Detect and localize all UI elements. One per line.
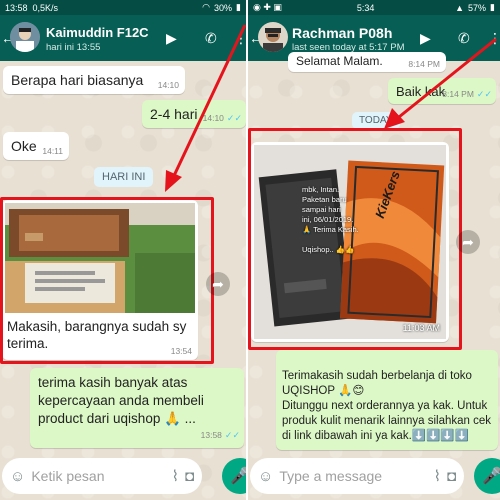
battery-icon: ▮ [490,2,495,12]
video-call-icon[interactable]: ▶ [166,31,177,45]
message-input[interactable]: ☺ Type a message ⌇ ◘ [250,458,464,494]
attach-icon[interactable]: ⌇ [172,467,179,485]
emoji-icon[interactable]: ☺ [258,468,273,485]
message-input-placeholder: Ketik pesan [31,468,105,484]
message-text: Oke [11,138,37,154]
camera-icon[interactable]: ◘ [185,468,194,485]
message-text: 2-4 hari [150,106,198,122]
battery-level: 30% [214,2,233,13]
message-bubble-outgoing[interactable]: 2-4 hari 14:10 ✓✓ [142,100,246,128]
read-ticks-icon: ✓✓ [476,89,492,99]
message-text: terima kasih banyak atas kepercayaan and… [38,375,204,426]
message-bubble[interactable]: Berapa hari biasanya 14:10 [3,66,185,94]
message-time: 13:58 [200,430,222,440]
menu-icon[interactable]: ⋮ [234,31,246,45]
message-input-placeholder: Type a message [279,468,383,484]
battery-level: 57% [468,2,487,13]
read-ticks-icon: ✓✓ [224,430,240,440]
contact-name[interactable]: Rachman P08h [292,25,392,41]
chat-header: ← Kaimuddin F12C hari ini 13:55 ▶ ✆ ⋮ [0,15,246,61]
notification-icons: ◉ ✚ ▣ [253,2,282,12]
message-bubble[interactable]: Oke 14:11 [3,132,69,160]
forward-icon[interactable]: ➦ [456,230,480,254]
camera-icon[interactable]: ◘ [447,468,456,485]
highlight-box [248,128,462,350]
message-text: Baik kak [396,84,446,99]
message-bubble-outgoing[interactable]: Terimakasih sudah berbelanja di toko UQI… [276,350,498,450]
message-text: Terimakasih sudah berbelanja di toko UQI… [282,370,492,442]
message-time: 14:10 [157,80,179,90]
menu-icon[interactable]: ⋮ [488,31,500,45]
chat-panel-right: ◉ ✚ ▣ 5:34 ▲ 57% ▮ ← Rachman P08h last s… [248,0,500,500]
forward-icon[interactable]: ➦ [206,272,230,296]
battery-icon: ▮ [236,2,241,12]
message-input[interactable]: ☺ Ketik pesan ⌇ ◘ [2,458,202,494]
message-time: 14:11 [42,146,63,156]
phone-call-icon[interactable]: ✆ [458,31,470,45]
message-time: 14:10 [202,113,224,123]
signal-icon: ▲ [455,2,465,13]
status-bar: ◉ ✚ ▣ 5:34 ▲ 57% ▮ [248,0,500,15]
message-text: Berapa hari biasanya [11,72,144,88]
message-bubble-outgoing[interactable]: Baik kak 8:14 PM ✓✓ [388,78,496,104]
message-bubble[interactable]: Selamat Malam. 8:14 PM [288,52,446,72]
phone-call-icon[interactable]: ✆ [205,31,217,45]
attach-icon[interactable]: ⌇ [434,467,441,485]
contact-name[interactable]: Kaimuddin F12C [46,25,149,40]
message-time: 8:14 PM [408,59,440,69]
emoji-icon[interactable]: ☺ [10,468,25,485]
highlight-box [0,197,214,364]
status-bar: 13:58 0,5K/s ◠ 30% ▮ [0,0,246,15]
avatar[interactable] [10,22,40,52]
chat-panel-left: 13:58 0,5K/s ◠ 30% ▮ ← Kaimuddin F12C ha… [0,0,246,500]
wifi-icon: ◠ [202,2,211,12]
avatar[interactable] [258,22,288,52]
contact-status: hari ini 13:55 [46,42,101,53]
status-time: 13:58 [5,2,28,13]
date-chip: HARI INI [94,167,154,187]
video-call-icon[interactable]: ▶ [420,31,431,45]
date-chip: TODAY [352,112,400,129]
network-speed: 0,5K/s [32,2,59,13]
message-time: 8:14 PM [442,89,474,99]
message-bubble-outgoing[interactable]: terima kasih banyak atas kepercayaan and… [30,368,244,448]
status-time: 5:34 [356,2,375,13]
message-text: Selamat Malam. [296,54,383,68]
read-ticks-icon: ✓✓ [226,113,242,123]
